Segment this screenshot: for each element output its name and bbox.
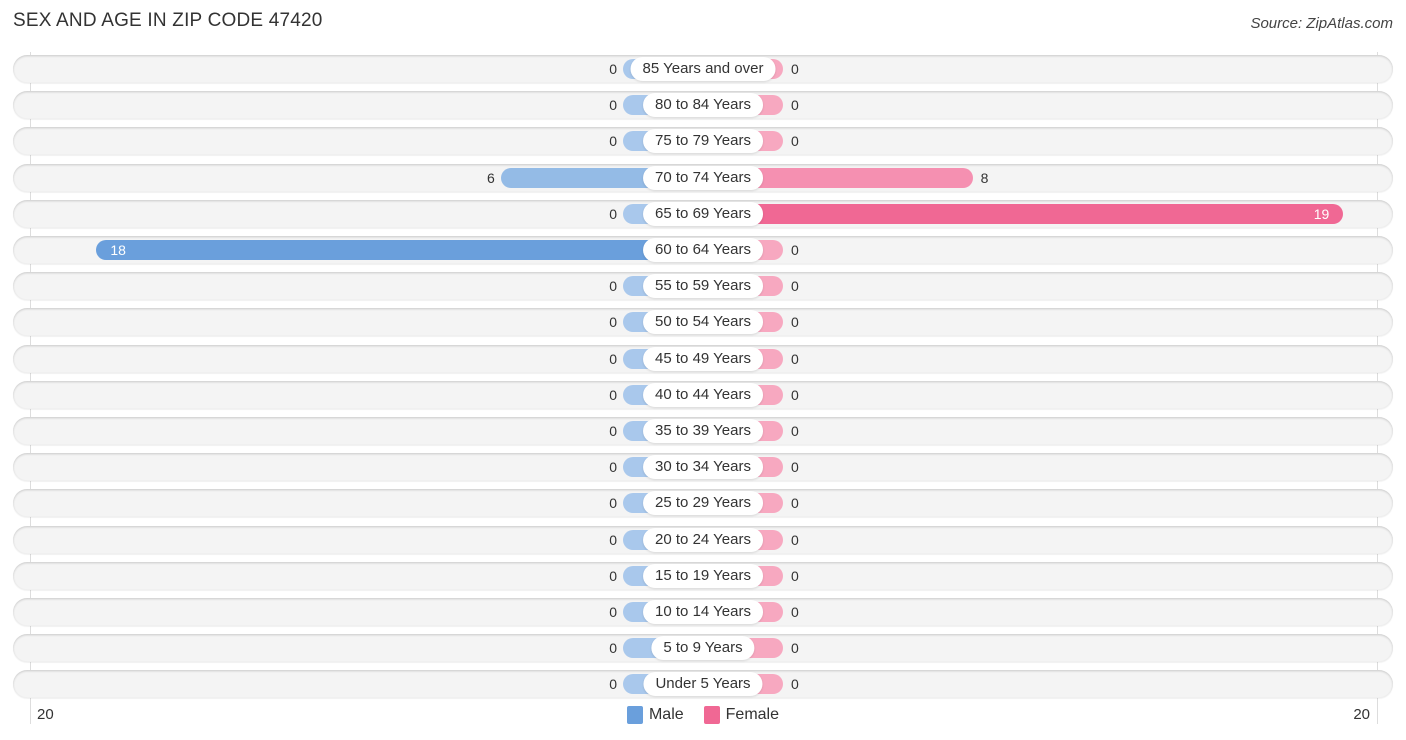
value-label-female: 0 [791,495,799,512]
category-label: 15 to 19 Years [643,563,763,588]
category-label: 25 to 29 Years [643,491,763,516]
value-label-female: 0 [791,133,799,150]
value-label-female: 0 [791,242,799,258]
value-label-male: 0 [609,531,617,548]
category-label: 65 to 69 Years [643,201,763,226]
value-label-male: 0 [609,495,617,512]
value-label-male: 0 [609,205,617,222]
value-label-male: 6 [487,169,495,186]
category-label: 30 to 34 Years [643,455,763,480]
bar-male [96,240,703,260]
legend-item-male: Male [626,706,684,724]
value-label-male: 0 [609,676,617,693]
bar-female [703,203,1344,224]
value-label-male: 0 [609,423,617,439]
legend-swatch-female [703,706,720,724]
value-label-male: 0 [609,314,617,331]
category-label: 75 to 79 Years [643,129,763,154]
category-label: 35 to 39 Years [643,419,763,443]
legend-item-female: Female [703,706,780,724]
value-label-female: 0 [791,97,799,114]
category-label: Under 5 Years [643,672,763,697]
value-label-male: 0 [609,459,617,476]
category-label: 70 to 74 Years [643,165,763,190]
value-label-female: 0 [791,350,799,367]
value-label-female: 0 [791,640,799,657]
value-label-male: 0 [609,604,617,620]
category-label: 45 to 49 Years [643,346,763,371]
category-label: 55 to 59 Years [643,274,763,299]
value-label-female: 8 [980,169,989,186]
value-label-male: 18 [110,242,126,258]
legend: Male Female [0,706,1406,724]
value-label-male: 0 [609,133,617,150]
value-label-female: 0 [791,423,799,439]
category-label: 40 to 44 Years [643,382,763,407]
category-label: 5 to 9 Years [651,636,755,661]
value-label-male: 0 [609,278,617,295]
value-label-female: 0 [791,61,799,77]
value-label-female: 0 [791,604,799,620]
value-label-male: 0 [609,97,617,114]
legend-label-male: Male [648,706,684,723]
category-label: 60 to 64 Years [643,238,763,262]
category-label: 85 Years and over [630,57,776,81]
value-label-female: 0 [791,459,799,476]
category-label: 10 to 14 Years [643,600,763,624]
value-label-male: 0 [609,567,617,584]
category-label: 50 to 54 Years [643,310,763,335]
value-label-male: 0 [609,350,617,367]
value-label-male: 0 [609,640,617,657]
value-label-female: 0 [791,314,799,331]
value-label-female: 0 [791,531,799,548]
legend-swatch-male [626,706,643,724]
value-label-female: 0 [791,386,799,403]
value-label-female: 19 [1313,205,1330,222]
value-label-female: 0 [791,676,799,693]
chart-area: 0 0 85 Years and over 0 0 80 to 84 Years 0 0 75 … [0,0,1406,740]
legend-label-female: Female [725,706,780,723]
value-label-male: 0 [609,61,617,77]
value-label-male: 0 [609,386,617,403]
value-label-female: 0 [791,567,799,584]
category-label: 20 to 24 Years [643,527,763,552]
category-label: 80 to 84 Years [643,93,763,118]
value-label-female: 0 [791,278,799,295]
